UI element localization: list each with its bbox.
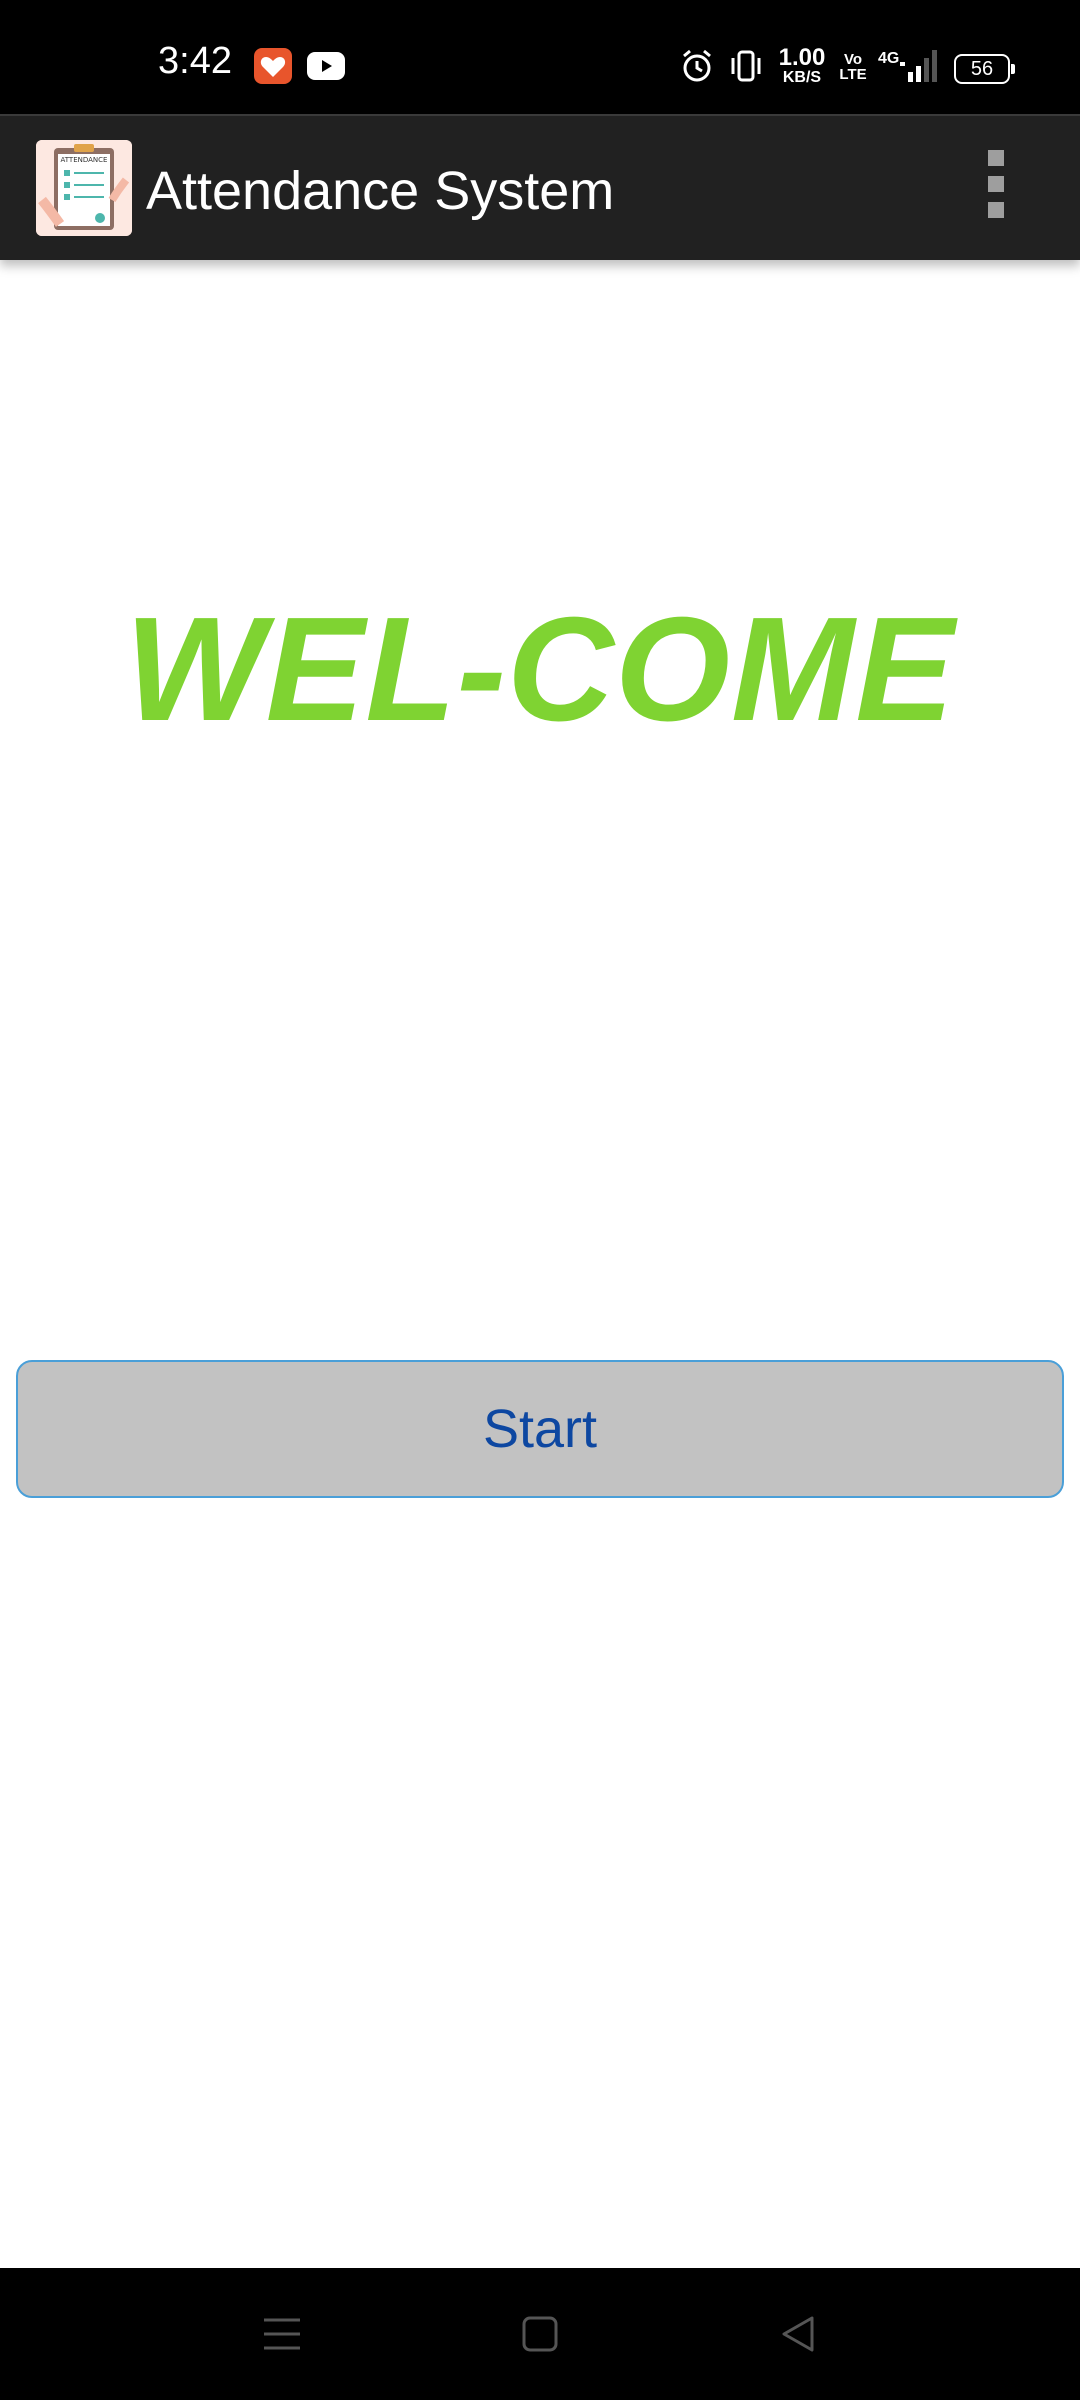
home-icon[interactable] (518, 2312, 562, 2356)
signal-icon (898, 44, 938, 88)
volte-indicator: Vo LTE (839, 51, 867, 83)
youtube-icon (307, 52, 345, 80)
health-icon (254, 48, 292, 84)
battery-indicator: 56 (954, 54, 1015, 84)
navigation-bar (0, 2268, 1080, 2400)
recent-apps-icon[interactable] (260, 2312, 304, 2356)
app-title: Attendance System (146, 161, 615, 221)
network-type: 4G (878, 50, 900, 67)
status-bar: 3:42 1.00 KB/S Vo LTE 4G 56 (0, 0, 1080, 114)
status-time: 3:42 (158, 40, 232, 82)
vibrate-icon (728, 44, 764, 88)
alarm-icon (680, 44, 714, 88)
net-speed: 1.00 KB/S (778, 44, 826, 86)
app-logo: ATTENDANCE (36, 140, 132, 236)
welcome-heading: WEL-COME (124, 587, 956, 752)
overflow-menu-icon[interactable] (980, 150, 1012, 220)
back-icon[interactable] (776, 2312, 820, 2356)
app-bar: ATTENDANCE Attendance System (0, 114, 1080, 260)
start-button[interactable]: Start (16, 1360, 1064, 1498)
svg-text:ATTENDANCE: ATTENDANCE (61, 156, 108, 164)
